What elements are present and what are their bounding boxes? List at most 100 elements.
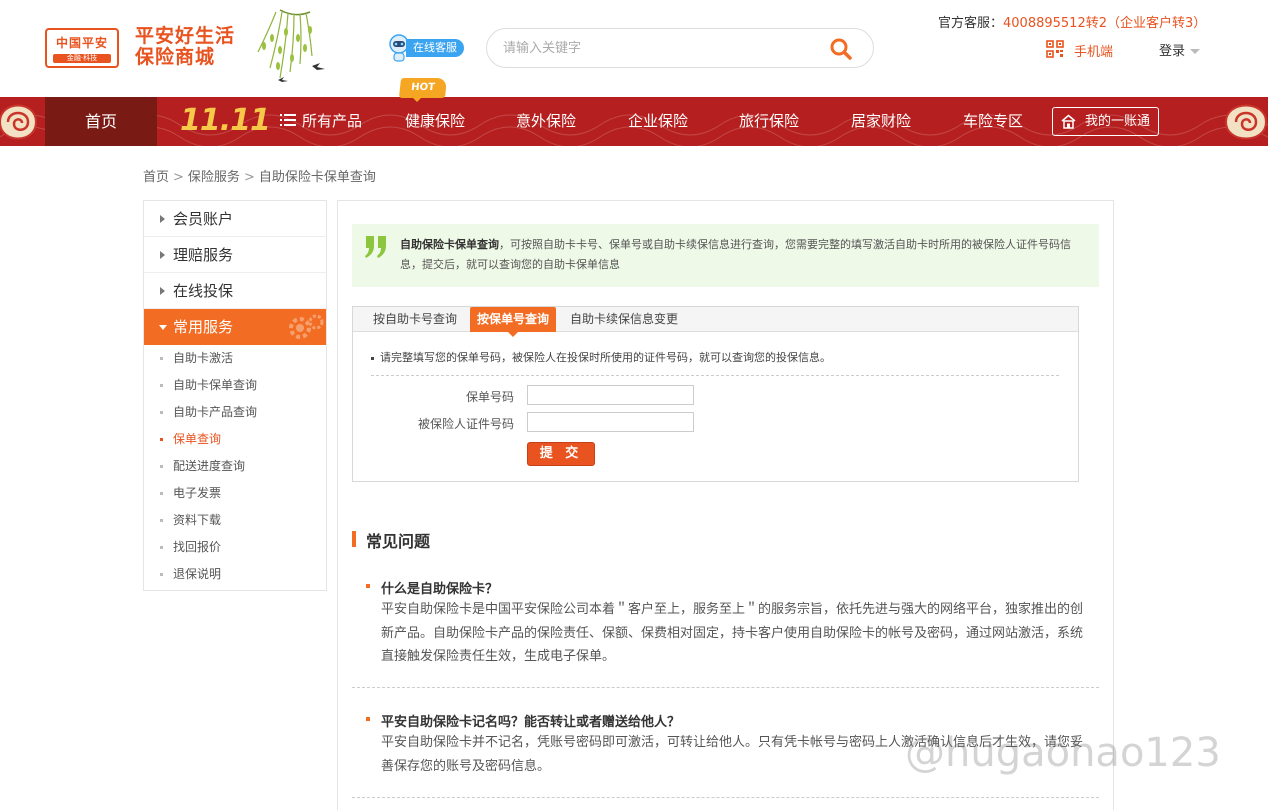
intro-notice: 自助保险卡保单查询，可按照自助卡卡号、保单号或自助卡续保信息进行查询，您需要完整…: [352, 224, 1099, 287]
cloud-ornament-icon: [1224, 104, 1268, 140]
sidebar-sub-label: 资料下载: [173, 513, 222, 527]
sidebar-sub-label: 保单查询: [173, 432, 222, 446]
divider: [352, 797, 1099, 798]
search-input[interactable]: [503, 38, 803, 58]
sidebar-sub-label: 找回报价: [173, 540, 222, 554]
nav-auto-insurance[interactable]: 车险专区: [963, 97, 1023, 146]
sidebar-sub-downloads[interactable]: 资料下载: [144, 507, 326, 534]
online-service-button[interactable]: 在线客服: [406, 39, 464, 57]
nav-promo-1111[interactable]: 11.11: [180, 103, 271, 139]
faq-answer: 平安自助保险卡是中国平安保险公司本着＂客户至上，服务至上＂的服务宗旨，依托先进与…: [381, 602, 1084, 664]
gear-icon: [289, 314, 324, 339]
sidebar-sub-label: 自助卡激活: [173, 351, 234, 365]
intro-title: 自助保险卡保单查询: [400, 238, 499, 251]
breadcrumb-home[interactable]: 首页: [143, 170, 169, 185]
slogan-line2: 保险商城: [135, 46, 216, 68]
nav-home-property-insurance[interactable]: 居家财险: [851, 97, 911, 146]
intro-text: 自助保险卡保单查询，可按照自助卡卡号、保单号或自助卡续保信息进行查询，您需要完整…: [400, 235, 1090, 275]
tab-by-card-number[interactable]: 按自助卡号查询: [373, 307, 457, 332]
query-form: 按自助卡号查询 按保单号查询 自助卡续保信息变更 请完整填写您的保单号码，被保险…: [352, 306, 1079, 482]
sidebar-item-online-insure[interactable]: 在线投保: [144, 273, 326, 309]
willow-decoration-icon: [257, 9, 325, 82]
watermark: @hugaohao123: [905, 730, 1221, 776]
sidebar: 会员账户 理赔服务 在线投保 常用服务 自助卡激活 自助卡保单查询 自助卡产品查…: [143, 200, 327, 591]
chevron-right-icon: [160, 215, 165, 223]
sidebar-item-label: 在线投保: [173, 282, 234, 300]
sidebar-sub-label: 退保说明: [173, 567, 222, 581]
policy-number-label: 保单号码: [465, 390, 514, 404]
my-account-label: 我的一账通: [1085, 114, 1151, 129]
nav-all-products[interactable]: 所有产品: [280, 97, 362, 146]
policy-number-input[interactable]: [527, 385, 694, 405]
nav-enterprise-insurance[interactable]: 企业保险: [628, 97, 688, 146]
insured-id-label: 被保险人证件号码: [417, 417, 514, 431]
sidebar-item-common-services[interactable]: 常用服务: [144, 309, 326, 345]
sidebar-sub-card-policy-query[interactable]: 自助卡保单查询: [144, 372, 326, 399]
sidebar-sub-delivery-progress[interactable]: 配送进度查询: [144, 453, 326, 480]
hot-badge-label: HOT: [398, 78, 448, 98]
hotline-label: 官方客服：: [938, 16, 1004, 31]
hotline-number: 4008895512转2（企业客户转3）: [1003, 16, 1207, 31]
tab-by-policy-number[interactable]: 按保单号查询: [470, 307, 557, 337]
nav-all-products-label: 所有产品: [302, 112, 363, 130]
logo-text: 中国平安: [55, 36, 108, 50]
pingan-logo[interactable]: 中国平安 金融·科技: [45, 28, 119, 68]
site-slogan[interactable]: 平安好生活 保险商城: [135, 26, 235, 68]
sidebar-item-label: 理赔服务: [173, 246, 234, 264]
search-bar: [486, 28, 874, 68]
hot-badge: HOT: [398, 78, 448, 102]
sidebar-item-member-account[interactable]: 会员账户: [144, 201, 326, 237]
sidebar-item-claims[interactable]: 理赔服务: [144, 237, 326, 273]
nav-travel-insurance[interactable]: 旅行保险: [739, 97, 799, 146]
divider: [352, 687, 1099, 688]
logo-subtext: 金融·科技: [53, 54, 111, 63]
login-button[interactable]: 登录: [1159, 40, 1201, 59]
qr-code-icon: [1046, 40, 1064, 58]
insured-id-input[interactable]: [527, 412, 694, 432]
faq-question-text: 什么是自助保险卡？: [381, 582, 499, 597]
faq-question[interactable]: 什么是自助保险卡？: [366, 578, 499, 597]
chevron-right-icon: [160, 287, 165, 295]
hotline: 官方客服：4008895512转2（企业客户转3）: [938, 12, 1206, 31]
faq-question-text: 平安自助保险卡记名吗？能否转让或者赠送给他人？: [381, 715, 681, 730]
sidebar-sub-retrieve-quote[interactable]: 找回报价: [144, 534, 326, 561]
nav-health-insurance[interactable]: 健康保险: [405, 97, 465, 146]
my-account-button[interactable]: 我的一账通: [1052, 107, 1159, 136]
tab-label: 按保单号查询: [477, 312, 550, 326]
sidebar-sub-label: 电子发票: [173, 486, 222, 500]
sidebar-sub-label: 自助卡产品查询: [173, 405, 258, 419]
slogan-line1: 平安好生活: [135, 25, 236, 47]
nav-accident-insurance[interactable]: 意外保险: [516, 97, 576, 146]
chevron-right-icon: [160, 251, 165, 259]
chevron-down-icon: [159, 325, 167, 330]
breadcrumb-current: 自助保险卡保单查询: [258, 170, 376, 185]
faq-heading-text: 常见问题: [366, 532, 431, 551]
tab-card-renewal-change[interactable]: 自助卡续保信息变更: [570, 307, 678, 332]
cloud-ornament-icon: [0, 104, 38, 140]
quote-icon: [365, 236, 386, 258]
chevron-down-icon: [1190, 49, 1201, 54]
nav-home[interactable]: 首页: [45, 97, 157, 146]
sidebar-sub-label: 自助卡保单查询: [173, 378, 258, 392]
sidebar-sub-surrender-info[interactable]: 退保说明: [144, 561, 326, 588]
mobile-label: 手机端: [1074, 45, 1114, 60]
home-icon: [1061, 114, 1076, 129]
sidebar-sub-label: 配送进度查询: [173, 459, 246, 473]
login-label: 登录: [1159, 44, 1186, 59]
sidebar-sub-card-product-query[interactable]: 自助卡产品查询: [144, 399, 326, 426]
divider: [371, 375, 1059, 376]
sidebar-sub-card-activation[interactable]: 自助卡激活: [144, 345, 326, 372]
sidebar-item-label: 常用服务: [173, 318, 234, 336]
search-icon[interactable]: [829, 37, 853, 61]
query-instruction-text: 请完整填写您的保单号码，被保险人在投保时所使用的证件号码，就可以查询您的投保信息…: [380, 351, 831, 364]
submit-button[interactable]: 提 交: [527, 442, 595, 466]
breadcrumb-service[interactable]: 保险服务: [188, 170, 240, 185]
sidebar-sub-e-invoice[interactable]: 电子发票: [144, 480, 326, 507]
faq-question[interactable]: 平安自助保险卡记名吗？能否转让或者赠送给他人？: [366, 711, 681, 730]
sidebar-item-label: 会员账户: [173, 210, 234, 228]
query-instruction: 请完整填写您的保单号码，被保险人在投保时所使用的证件号码，就可以查询您的投保信息…: [371, 349, 831, 365]
sidebar-sub-policy-query[interactable]: 保单查询: [144, 426, 326, 453]
intro-body: ，可按照自助卡卡号、保单号或自助卡续保信息进行查询，您需要完整的填写激活自助卡时…: [400, 238, 1071, 271]
query-tabs: 按自助卡号查询 按保单号查询 自助卡续保信息变更: [353, 307, 1078, 337]
list-icon: [280, 114, 296, 126]
